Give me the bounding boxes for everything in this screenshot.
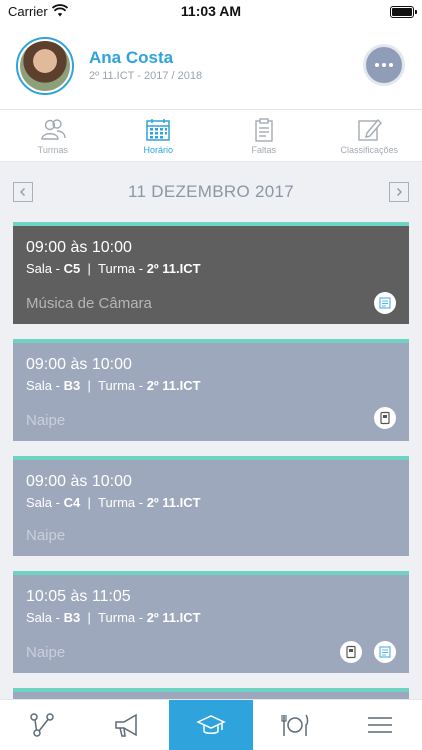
document-icon[interactable] bbox=[374, 407, 396, 429]
edit-icon bbox=[358, 118, 383, 141]
class-label: Turma - bbox=[98, 610, 144, 625]
date-navigation: 11 DEZEMBRO 2017 bbox=[0, 175, 422, 209]
lesson-summary-icon[interactable] bbox=[374, 641, 396, 663]
status-bar: Carrier 11:03 AM bbox=[0, 0, 422, 24]
lesson-subject: Naipe bbox=[26, 527, 66, 544]
current-date: 11 DEZEMBRO 2017 bbox=[127, 182, 295, 201]
schedule-card[interactable]: 09:00 às 10:00 Sala - C5 | Turma - 2º 11… bbox=[13, 222, 409, 324]
nav-cafeteria[interactable] bbox=[253, 700, 337, 750]
room-label: Sala - bbox=[26, 378, 60, 393]
more-options-button[interactable] bbox=[363, 44, 405, 86]
schedule-card[interactable]: 10:05 às 11:05 Sala - B3 | Turma - 2º 11… bbox=[13, 571, 409, 673]
class-value: 2º 11.ICT bbox=[146, 610, 201, 625]
class-value: 2º 11.ICT bbox=[146, 495, 201, 510]
lesson-subject: Música de Câmara bbox=[26, 295, 152, 312]
tab-label: Classificações bbox=[340, 145, 399, 155]
user-class-year: 2º 11.ICT - 2017 / 2018 bbox=[89, 70, 203, 82]
avatar[interactable] bbox=[16, 37, 74, 95]
schedule-card[interactable]: 09:00 às 10:00 Sala - C4 | Turma - 2º 11… bbox=[13, 456, 409, 556]
tab-turmas[interactable]: Turmas bbox=[0, 110, 106, 161]
battery-icon bbox=[390, 6, 417, 18]
graduation-cap-icon bbox=[196, 715, 226, 734]
clock: 11:03 AM bbox=[180, 3, 242, 19]
nav-menu[interactable] bbox=[338, 700, 422, 750]
profile-header: Ana Costa 2º 11.ICT - 2017 / 2018 bbox=[0, 24, 422, 110]
tab-label: Turmas bbox=[37, 145, 68, 155]
menu-icon bbox=[367, 717, 392, 733]
clipboard-icon bbox=[255, 118, 273, 142]
people-icon bbox=[41, 119, 66, 140]
lesson-time: 09:00 às 10:00 bbox=[26, 239, 132, 256]
room-label: Sala - bbox=[26, 495, 60, 510]
room-value: B3 bbox=[63, 378, 81, 393]
class-label: Turma - bbox=[98, 495, 144, 510]
class-value: 2º 11.ICT bbox=[146, 378, 201, 393]
top-tabs: Turmas Horário Faltas Classificações bbox=[0, 110, 422, 162]
megaphone-icon bbox=[114, 713, 137, 737]
tab-label: Horário bbox=[143, 145, 173, 155]
lesson-time: 09:00 às 10:00 bbox=[26, 473, 132, 490]
lesson-subject: Naipe bbox=[26, 412, 66, 429]
room-label: Sala - bbox=[26, 610, 60, 625]
lesson-info: Sala - B3 | Turma - 2º 11.ICT bbox=[26, 378, 201, 393]
next-day-button[interactable] bbox=[389, 182, 409, 202]
calendar-icon bbox=[146, 119, 170, 141]
tab-faltas[interactable]: Faltas bbox=[211, 110, 317, 161]
class-label: Turma - bbox=[98, 378, 144, 393]
bottom-navigation bbox=[0, 699, 422, 750]
lesson-subject: Naipe bbox=[26, 644, 66, 661]
class-label: Turma - bbox=[98, 261, 144, 276]
document-icon[interactable] bbox=[340, 641, 362, 663]
nav-school[interactable] bbox=[168, 700, 254, 750]
room-value: C5 bbox=[63, 261, 81, 276]
cutlery-icon bbox=[281, 714, 309, 736]
lesson-info: Sala - C5 | Turma - 2º 11.ICT bbox=[26, 261, 201, 276]
lesson-info: Sala - B3 | Turma - 2º 11.ICT bbox=[26, 610, 201, 625]
lesson-time: 09:00 às 10:00 bbox=[26, 356, 132, 373]
room-value: C4 bbox=[63, 495, 81, 510]
room-label: Sala - bbox=[26, 261, 60, 276]
lesson-summary-icon[interactable] bbox=[374, 292, 396, 314]
tab-label: Faltas bbox=[251, 145, 276, 155]
lesson-info: Sala - C4 | Turma - 2º 11.ICT bbox=[26, 495, 201, 510]
class-value: 2º 11.ICT bbox=[146, 261, 201, 276]
share-graph-icon bbox=[30, 713, 54, 737]
user-name: Ana Costa bbox=[89, 48, 174, 67]
tab-horario[interactable]: Horário bbox=[106, 110, 212, 161]
schedule-card-partial[interactable] bbox=[13, 688, 409, 699]
room-value: B3 bbox=[63, 610, 81, 625]
schedule-card[interactable]: 09:00 às 10:00 Sala - B3 | Turma - 2º 11… bbox=[13, 339, 409, 441]
lesson-time: 10:05 às 11:05 bbox=[26, 588, 131, 605]
nav-share[interactable] bbox=[0, 700, 84, 750]
tab-classificacoes[interactable]: Classificações bbox=[317, 110, 422, 161]
nav-announcements[interactable] bbox=[84, 700, 168, 750]
chevron-right-icon bbox=[397, 188, 402, 196]
